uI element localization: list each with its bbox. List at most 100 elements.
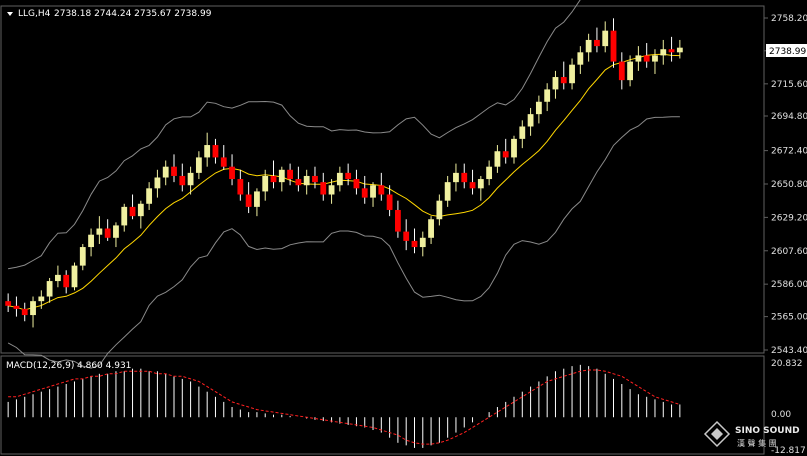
sino-sound-logo: SINO SOUND 漢 聲 集 團 bbox=[703, 420, 800, 448]
candle-body bbox=[88, 234, 94, 248]
candle-body bbox=[361, 188, 368, 198]
candle-body bbox=[635, 55, 642, 62]
candle-body bbox=[21, 308, 28, 316]
candle-body bbox=[237, 179, 244, 195]
candle-body bbox=[146, 188, 153, 204]
candle-body bbox=[428, 219, 434, 238]
macd-axis-zero: 0.00 bbox=[771, 410, 791, 420]
candle-body bbox=[287, 169, 293, 180]
candle-body bbox=[676, 47, 683, 53]
price-tick-label: 2715.60 bbox=[771, 80, 807, 90]
chart-canvas[interactable]: LLG,H4 2738.18 2744.24 2735.67 2738.99 2… bbox=[0, 0, 807, 456]
candle-body bbox=[378, 185, 385, 195]
candle-body bbox=[436, 200, 443, 220]
candle-body bbox=[328, 185, 335, 195]
candle-body bbox=[461, 172, 468, 183]
macd-axis-top: 20.832 bbox=[771, 359, 803, 369]
candle-body bbox=[5, 301, 12, 306]
candle-body bbox=[113, 225, 119, 238]
candle-body bbox=[13, 305, 20, 309]
price-tick-label: 2758.20 bbox=[771, 14, 807, 24]
candle-body bbox=[585, 39, 592, 53]
dropdown-triangle-icon[interactable] bbox=[7, 12, 13, 16]
candle-body bbox=[353, 179, 360, 189]
candle-body bbox=[469, 182, 476, 189]
candle-body bbox=[278, 169, 285, 183]
price-tick-label: 2650.80 bbox=[771, 180, 807, 190]
candle-body bbox=[204, 145, 211, 158]
candle-body bbox=[370, 185, 376, 198]
candle-body bbox=[179, 175, 186, 186]
candle-body bbox=[63, 274, 70, 288]
candle-body bbox=[552, 77, 559, 90]
candle-body bbox=[502, 151, 509, 158]
symbol-label: LLG,H4 bbox=[18, 9, 51, 19]
candle-body bbox=[129, 206, 136, 217]
candle-body bbox=[660, 49, 667, 56]
candle-body bbox=[187, 172, 194, 186]
candle-body bbox=[519, 126, 526, 139]
candle-body bbox=[104, 228, 111, 238]
candle-body bbox=[511, 138, 517, 158]
macd-signal-line bbox=[8, 369, 681, 445]
candle-body bbox=[262, 175, 269, 192]
candle-body bbox=[577, 52, 584, 65]
macd-label: MACD(12,26,9) bbox=[6, 361, 74, 371]
candle-body bbox=[643, 55, 650, 62]
candle-body bbox=[38, 296, 45, 302]
candle-body bbox=[527, 114, 534, 127]
candlesticks bbox=[5, 18, 683, 328]
candle-body bbox=[486, 166, 493, 180]
candle-body bbox=[594, 39, 600, 47]
candle-body bbox=[303, 175, 310, 186]
candle-body bbox=[453, 172, 459, 183]
watermark-cn: 漢 聲 集 團 bbox=[737, 438, 777, 448]
candle-body bbox=[171, 166, 177, 176]
candle-body bbox=[212, 145, 219, 158]
lower-band bbox=[7, 116, 680, 369]
candle-body bbox=[137, 203, 144, 217]
price-tick-label: 2672.40 bbox=[771, 147, 807, 157]
candle-body bbox=[610, 30, 617, 62]
candle-body bbox=[652, 55, 658, 62]
candle-body bbox=[30, 301, 36, 316]
candle-body bbox=[55, 274, 61, 282]
candle-body bbox=[535, 101, 542, 115]
candle-body bbox=[79, 247, 86, 266]
candle-body bbox=[602, 30, 609, 47]
candle-body bbox=[668, 49, 675, 53]
candle-body bbox=[494, 151, 501, 167]
upper-band bbox=[8, 0, 581, 270]
candle-body bbox=[477, 179, 484, 189]
candle-body bbox=[229, 166, 235, 180]
candle-body bbox=[220, 157, 227, 167]
candle-body bbox=[627, 61, 633, 81]
candle-body bbox=[320, 182, 327, 195]
candle-body bbox=[154, 177, 161, 189]
candle-body bbox=[403, 231, 410, 241]
price-tick-label: 2565.00 bbox=[771, 313, 807, 323]
price-tick-label: 2586.00 bbox=[771, 280, 807, 290]
price-axis: 2758.202736.992715.602694.802672.402650.… bbox=[764, 14, 807, 356]
candle-body bbox=[419, 237, 426, 248]
ohlc-label: 2738.18 2744.24 2735.67 2738.99 bbox=[54, 9, 212, 19]
price-tick-label: 2607.60 bbox=[771, 247, 807, 257]
candle-body bbox=[71, 265, 78, 288]
candle-body bbox=[411, 240, 418, 248]
candle-body bbox=[270, 175, 277, 183]
price-tick-label: 2543.40 bbox=[771, 346, 807, 356]
candle-body bbox=[121, 206, 128, 226]
candle-body bbox=[544, 89, 551, 102]
candle-body bbox=[96, 228, 103, 235]
watermark-brand: SINO SOUND bbox=[735, 426, 800, 436]
candle-body bbox=[245, 194, 252, 207]
candle-body bbox=[386, 194, 393, 210]
current-price-label: 2738.99 bbox=[769, 47, 806, 57]
candle-body bbox=[254, 191, 260, 207]
candle-body bbox=[560, 77, 567, 84]
candle-body bbox=[336, 172, 343, 186]
candle-body bbox=[618, 61, 625, 81]
candle-body bbox=[46, 281, 53, 297]
candle-body bbox=[444, 182, 451, 201]
candle-body bbox=[195, 157, 202, 173]
